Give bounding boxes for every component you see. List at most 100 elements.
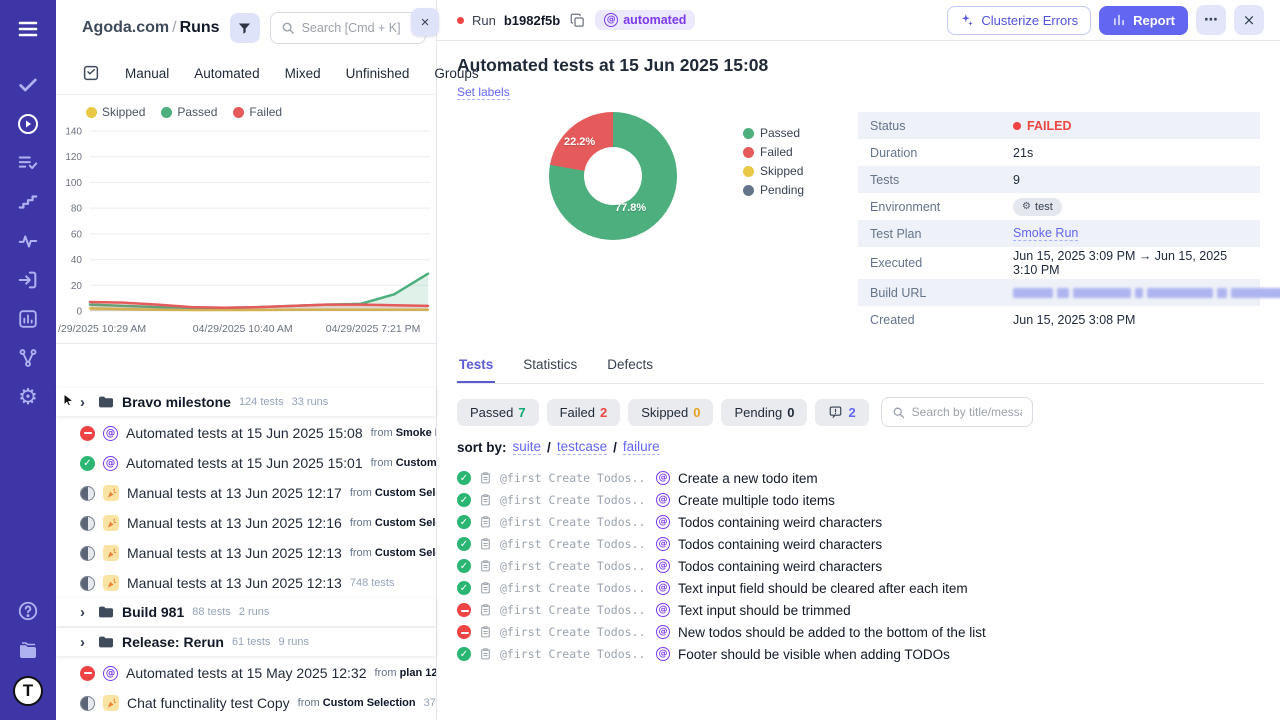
run-list-item[interactable]: Chat functinality test Copy from Custom … bbox=[56, 688, 436, 718]
settings-gear-icon[interactable]: ⚙ bbox=[9, 378, 47, 416]
run-stat-runs: 9 runs bbox=[278, 636, 310, 648]
clipboard-icon bbox=[479, 581, 492, 595]
branches-icon[interactable] bbox=[9, 339, 47, 377]
detail-tab[interactable]: Defects bbox=[605, 351, 655, 383]
automated-test-icon bbox=[656, 537, 670, 551]
test-filter-pill[interactable]: Passed 7 bbox=[457, 398, 539, 426]
run-list-item[interactable]: Build 981 88 tests 2 runs bbox=[56, 598, 436, 626]
test-search-input[interactable] bbox=[911, 405, 1022, 419]
panel-close-button[interactable] bbox=[411, 8, 439, 36]
trend-legend-item[interactable]: Passed bbox=[161, 105, 217, 119]
test-list-item[interactable]: @first Create Todos... Create multiple t… bbox=[457, 489, 1264, 511]
set-labels-link[interactable]: Set labels bbox=[457, 85, 510, 100]
folder-icon bbox=[98, 395, 114, 409]
automated-test-icon bbox=[656, 581, 670, 595]
test-filter-pill[interactable]: 2 bbox=[815, 398, 869, 426]
test-list-item[interactable]: @first Create Todos... Todos containing … bbox=[457, 511, 1264, 533]
run-status-icon bbox=[80, 545, 95, 561]
detail-tab[interactable]: Statistics bbox=[521, 351, 579, 383]
test-list-item[interactable]: @first Create Todos... Text input should… bbox=[457, 599, 1264, 621]
milestones-steps-icon[interactable] bbox=[9, 183, 47, 221]
run-list-item[interactable]: Automated tests at 15 May 2025 12:32 fro… bbox=[56, 658, 436, 688]
pulse-activity-icon[interactable] bbox=[9, 222, 47, 260]
more-options-button[interactable] bbox=[1196, 5, 1226, 35]
run-list-item[interactable]: Manual tests at 13 Jun 2025 12:16 from C… bbox=[56, 508, 436, 538]
test-list-item[interactable]: @first Create Todos... Todos containing … bbox=[457, 533, 1264, 555]
donut-legend-item[interactable]: Pending bbox=[743, 183, 804, 197]
detail-tab[interactable]: Tests bbox=[457, 351, 496, 383]
run-list-item[interactable]: Automated tests at 15 Jun 2025 15:08 fro… bbox=[56, 418, 436, 448]
donut-legend-item[interactable]: Failed bbox=[743, 145, 804, 159]
run-list-item[interactable]: Manual tests at 13 Jun 2025 12:17 from C… bbox=[56, 478, 436, 508]
checklist-icon[interactable] bbox=[82, 64, 100, 82]
run-status-icon bbox=[80, 575, 95, 591]
runs-play-icon[interactable] bbox=[9, 105, 47, 143]
chevron-right-icon[interactable] bbox=[80, 635, 90, 650]
test-status-icon bbox=[457, 471, 471, 485]
runs-search-input[interactable] bbox=[301, 21, 415, 35]
automated-badge[interactable]: automated bbox=[595, 10, 696, 30]
run-type-tab[interactable]: Manual bbox=[125, 66, 169, 81]
automated-test-icon bbox=[656, 493, 670, 507]
help-icon[interactable] bbox=[9, 592, 47, 630]
run-type-tab[interactable]: Unfinished bbox=[346, 66, 410, 81]
donut-legend-item[interactable]: Passed bbox=[743, 126, 804, 140]
breadcrumb-separator: / bbox=[172, 19, 177, 36]
test-plan-link[interactable]: Smoke Run bbox=[1013, 226, 1079, 241]
run-stat-tests: 88 tests bbox=[192, 606, 231, 618]
donut-graphic bbox=[549, 112, 677, 240]
run-list-item[interactable]: Bravo milestone 124 tests 33 runs bbox=[56, 388, 436, 416]
tests-check-icon[interactable] bbox=[9, 66, 47, 104]
test-filter-pill[interactable]: Skipped 0 bbox=[628, 398, 714, 426]
close-run-button[interactable] bbox=[1234, 5, 1264, 35]
trend-legend-item[interactable]: Skipped bbox=[86, 105, 145, 119]
test-status-icon bbox=[457, 603, 471, 617]
run-list-item[interactable]: Automated tests at 15 Jun 2025 15:01 fro… bbox=[56, 448, 436, 478]
test-list-item[interactable]: @first Create Todos... Create a new todo… bbox=[457, 467, 1264, 489]
test-list-item[interactable]: @first Create Todos... Text input field … bbox=[457, 577, 1264, 599]
folder-icon bbox=[98, 635, 114, 649]
run-status-icon bbox=[80, 455, 95, 471]
test-filters-row: Passed 7 Failed 2 Skipped 0 Pending 0 2 … bbox=[457, 397, 1264, 427]
run-type-tab[interactable]: Groups bbox=[434, 66, 478, 81]
test-suite-path: @first Create Todos... bbox=[500, 603, 648, 617]
copy-icon[interactable] bbox=[568, 11, 587, 30]
analytics-chart-icon[interactable] bbox=[9, 300, 47, 338]
test-list-item[interactable]: @first Create Todos... New todos should … bbox=[457, 621, 1264, 643]
sort-by-failure[interactable]: failure bbox=[622, 439, 660, 455]
chevron-right-icon[interactable] bbox=[80, 605, 90, 620]
run-name: Build 981 bbox=[122, 604, 185, 620]
sort-row: sort by: suite / testcase / failure bbox=[457, 439, 1264, 455]
plans-list-check-icon[interactable] bbox=[9, 144, 47, 182]
breadcrumb-section: Runs bbox=[179, 19, 220, 36]
sort-by-suite[interactable]: suite bbox=[512, 439, 542, 455]
test-filter-pill[interactable]: Pending 0 bbox=[721, 398, 808, 426]
trend-legend-item[interactable]: Failed bbox=[233, 105, 282, 119]
runs-filter-button[interactable] bbox=[229, 13, 260, 43]
run-list-item[interactable]: Release: Rerun 61 tests 9 runs bbox=[56, 628, 436, 656]
report-button[interactable]: Report bbox=[1099, 5, 1188, 35]
import-icon[interactable] bbox=[9, 261, 47, 299]
test-list-item[interactable]: @first Create Todos... Todos containing … bbox=[457, 555, 1264, 577]
manual-run-icon bbox=[103, 695, 119, 711]
automated-test-icon bbox=[656, 515, 670, 529]
run-list-item[interactable]: Manual tests at 13 Jun 2025 12:13 748 te… bbox=[56, 568, 436, 598]
chevron-right-icon[interactable] bbox=[80, 395, 90, 410]
sort-label: sort by: bbox=[457, 439, 507, 455]
test-title: Create multiple todo items bbox=[678, 492, 835, 508]
test-list-item[interactable]: @first Create Todos... Footer should be … bbox=[457, 643, 1264, 665]
detail-label: Duration bbox=[870, 145, 918, 160]
test-filter-pill[interactable]: Failed 2 bbox=[546, 398, 621, 426]
test-title: New todos should be added to the bottom … bbox=[678, 624, 986, 640]
run-name: Automated tests at 15 May 2025 12:32 bbox=[126, 665, 367, 681]
breadcrumb-project[interactable]: Agoda.com bbox=[82, 19, 169, 36]
run-list-item[interactable]: Manual tests at 13 Jun 2025 12:13 from C… bbox=[56, 538, 436, 568]
donut-legend-item[interactable]: Skipped bbox=[743, 164, 804, 178]
projects-folder-icon[interactable] bbox=[9, 631, 47, 669]
clusterize-errors-button[interactable]: Clusterize Errors bbox=[947, 5, 1092, 35]
run-type-tab[interactable]: Automated bbox=[194, 66, 259, 81]
sort-by-testcase[interactable]: testcase bbox=[556, 439, 608, 455]
testomat-logo[interactable]: T bbox=[13, 676, 43, 706]
menu-icon[interactable] bbox=[9, 10, 47, 48]
run-type-tab[interactable]: Mixed bbox=[285, 66, 321, 81]
